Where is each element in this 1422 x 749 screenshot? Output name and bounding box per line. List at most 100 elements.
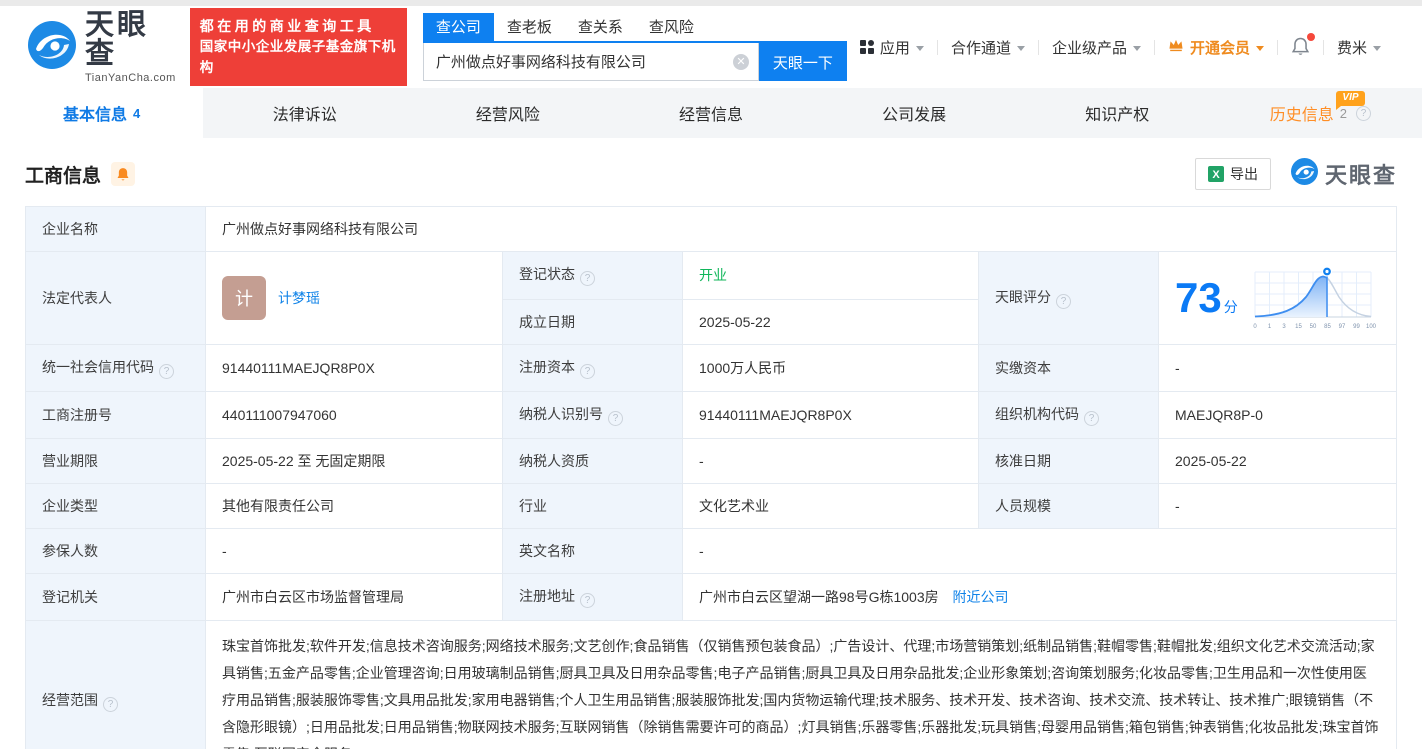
score-value: 73 bbox=[1175, 274, 1222, 321]
tianyancha-logo[interactable]: 天眼查 TianYanCha.com bbox=[28, 8, 176, 84]
field-label-taxpayer-id: 纳税人识别号? bbox=[502, 391, 683, 439]
field-value-taxpayer-id: 91440111MAEJQR8P0X bbox=[682, 391, 979, 439]
tab-label: 经营风险 bbox=[475, 107, 540, 124]
field-label-text: 登记状态 bbox=[519, 266, 575, 283]
tab-label: 经营信息 bbox=[678, 107, 743, 124]
business-info-table: 企业名称 广州做点好事网络科技有限公司 法定代表人 计 计梦瑶 登记状态? 开业 bbox=[25, 206, 1397, 749]
nav-vip[interactable]: 开通会员 bbox=[1155, 37, 1277, 58]
field-value-business-term: 2025-05-22 至 无固定期限 bbox=[205, 438, 503, 484]
tab-operation-info[interactable]: 经营信息 bbox=[609, 88, 812, 138]
table-row: 企业类型 其他有限责任公司 行业 文化艺术业 人员规模 - bbox=[25, 483, 1397, 529]
clear-icon[interactable]: ✕ bbox=[732, 54, 749, 70]
field-label-industry: 行业 bbox=[502, 483, 683, 529]
tab-history-info[interactable]: VIP 历史信息 2 ? bbox=[1219, 88, 1422, 138]
search-tab-relation[interactable]: 查关系 bbox=[565, 13, 636, 41]
chevron-down-icon bbox=[1132, 45, 1141, 51]
field-label-reg-number: 工商注册号 bbox=[25, 391, 206, 439]
help-icon[interactable]: ? bbox=[1056, 294, 1071, 309]
svg-text:X: X bbox=[1212, 169, 1220, 181]
status-badge: 开业 bbox=[699, 267, 727, 284]
field-value-score: 73 分 0 1 3 15 50 85 97 99 100 bbox=[1158, 251, 1397, 345]
main-content: 工商信息 X 导出 天眼查 企业名称 广州做点好事网络科技有限公司 法定代表人 … bbox=[0, 138, 1422, 749]
section-title: 工商信息 bbox=[25, 165, 102, 187]
field-value-company-name: 广州做点好事网络科技有限公司 bbox=[205, 206, 1397, 252]
help-icon[interactable]: ? bbox=[580, 593, 595, 608]
vip-badge: VIP bbox=[1336, 91, 1365, 110]
notification-bell[interactable] bbox=[1278, 33, 1323, 57]
site-header: 天眼查 TianYanCha.com 都在用的商业查询工具 国家中小企业发展子基… bbox=[0, 6, 1422, 88]
field-value-legal-rep: 计 计梦瑶 bbox=[205, 251, 503, 345]
table-row: 企业名称 广州做点好事网络科技有限公司 bbox=[25, 206, 1397, 252]
brand-name: 天眼查 bbox=[85, 8, 150, 70]
crown-icon bbox=[1168, 38, 1184, 56]
monitor-bell-button[interactable] bbox=[111, 162, 136, 186]
tab-count: 4 bbox=[132, 105, 141, 121]
help-icon[interactable]: ? bbox=[580, 364, 595, 379]
excel-icon: X bbox=[1207, 166, 1224, 182]
field-label-company-name: 企业名称 bbox=[25, 206, 206, 252]
tianyancha-swirl-icon bbox=[1290, 158, 1318, 190]
help-icon[interactable]: ? bbox=[608, 411, 623, 426]
legal-rep-link[interactable]: 计梦瑶 bbox=[278, 288, 320, 308]
field-label-text: 天眼评分 bbox=[995, 289, 1051, 305]
field-value-industry: 文化艺术业 bbox=[682, 483, 979, 529]
help-icon[interactable]: ? bbox=[1084, 411, 1099, 426]
nav-user[interactable]: 费米 bbox=[1324, 37, 1394, 58]
watermark-text: 天眼查 bbox=[1324, 163, 1397, 188]
nearby-companies-link[interactable]: 附近公司 bbox=[953, 589, 1009, 605]
field-value-insured: - bbox=[205, 528, 503, 574]
bell-icon bbox=[117, 167, 129, 180]
brand-domain: TianYanCha.com bbox=[85, 71, 176, 84]
nav-vip-label: 开通会员 bbox=[1189, 39, 1250, 57]
nav-user-label: 费米 bbox=[1336, 39, 1367, 57]
table-row: 登记机关 广州市白云区市场监督管理局 注册地址? 广州市白云区望湖一路98号G栋… bbox=[25, 573, 1397, 621]
field-label-text: 纳税人识别号 bbox=[519, 406, 603, 422]
table-row: 营业期限 2025-05-22 至 无固定期限 纳税人资质 - 核准日期 202… bbox=[25, 438, 1397, 484]
field-label-score: 天眼评分? bbox=[978, 251, 1159, 345]
tab-legal-litigation[interactable]: 法律诉讼 bbox=[203, 88, 406, 138]
bell-icon bbox=[1291, 37, 1310, 55]
tab-operation-risk[interactable]: 经营风险 bbox=[406, 88, 609, 138]
apps-grid-icon bbox=[859, 40, 874, 54]
svg-text:100: 100 bbox=[1366, 324, 1377, 330]
table-row: 工商注册号 440111007947060 纳税人识别号? 91440111MA… bbox=[25, 391, 1397, 439]
field-label-est-date: 成立日期 bbox=[502, 298, 683, 345]
field-value-scope: 珠宝首饰批发;软件开发;信息技术咨询服务;网络技术服务;文艺创作;食品销售（仅销… bbox=[205, 620, 1397, 749]
search-tab-company[interactable]: 查公司 bbox=[422, 13, 494, 41]
search-tab-risk[interactable]: 查风险 bbox=[636, 13, 707, 41]
tab-company-development[interactable]: 公司发展 bbox=[813, 88, 1016, 138]
search-tab-boss[interactable]: 查老板 bbox=[494, 13, 565, 41]
field-label-reg-authority: 登记机关 bbox=[25, 573, 206, 621]
search-input[interactable] bbox=[422, 43, 759, 81]
nav-apps[interactable]: 应用 bbox=[847, 37, 937, 58]
nav-apps-label: 应用 bbox=[879, 39, 910, 57]
tab-basic-info[interactable]: 基本信息 4 bbox=[0, 88, 204, 138]
tianyancha-swirl-icon bbox=[28, 20, 76, 74]
help-icon[interactable]: ? bbox=[1356, 105, 1372, 121]
field-label-reg-status: 登记状态? bbox=[502, 251, 683, 300]
avatar[interactable]: 计 bbox=[222, 276, 266, 320]
tab-label: 基本信息 bbox=[62, 107, 127, 124]
field-value-reg-address: 广州市白云区望湖一路98号G栋1003房 附近公司 bbox=[682, 573, 1397, 621]
table-row: 法定代表人 计 计梦瑶 登记状态? 开业 天眼评分? 73 分 0 1 3 15… bbox=[25, 251, 1397, 345]
field-label-reg-capital: 注册资本? bbox=[502, 344, 683, 392]
table-row: 经营范围? 珠宝首饰批发;软件开发;信息技术咨询服务;网络技术服务;文艺创作;食… bbox=[25, 620, 1397, 749]
svg-text:0: 0 bbox=[1253, 324, 1257, 330]
help-icon[interactable]: ? bbox=[580, 271, 595, 287]
nav-enterprise[interactable]: 企业级产品 bbox=[1039, 37, 1154, 58]
search-button[interactable]: 天眼一下 bbox=[758, 43, 847, 81]
tab-intellectual-property[interactable]: 知识产权 bbox=[1016, 88, 1219, 138]
nav-partner[interactable]: 合作通道 bbox=[938, 37, 1038, 58]
field-label-paid-capital: 实缴资本 bbox=[978, 344, 1159, 392]
help-icon[interactable]: ? bbox=[159, 364, 174, 379]
help-icon[interactable]: ? bbox=[103, 696, 118, 712]
company-tabbar: 基本信息 4 法律诉讼 经营风险 经营信息 公司发展 知识产权 VIP 历史信息… bbox=[0, 88, 1422, 138]
score-distribution-chart: 0 1 3 15 50 85 97 99 100 bbox=[1253, 266, 1377, 330]
field-value-reg-capital: 1000万人民币 bbox=[682, 344, 979, 392]
svg-text:1: 1 bbox=[1268, 324, 1272, 330]
nav-partner-label: 合作通道 bbox=[950, 39, 1011, 57]
field-value-reg-authority: 广州市白云区市场监督管理局 bbox=[205, 573, 503, 621]
promo-banner: 都在用的商业查询工具 国家中小企业发展子基金旗下机构 bbox=[189, 8, 407, 86]
field-label-credit-code: 统一社会信用代码? bbox=[25, 344, 206, 392]
export-button[interactable]: X 导出 bbox=[1194, 158, 1271, 190]
